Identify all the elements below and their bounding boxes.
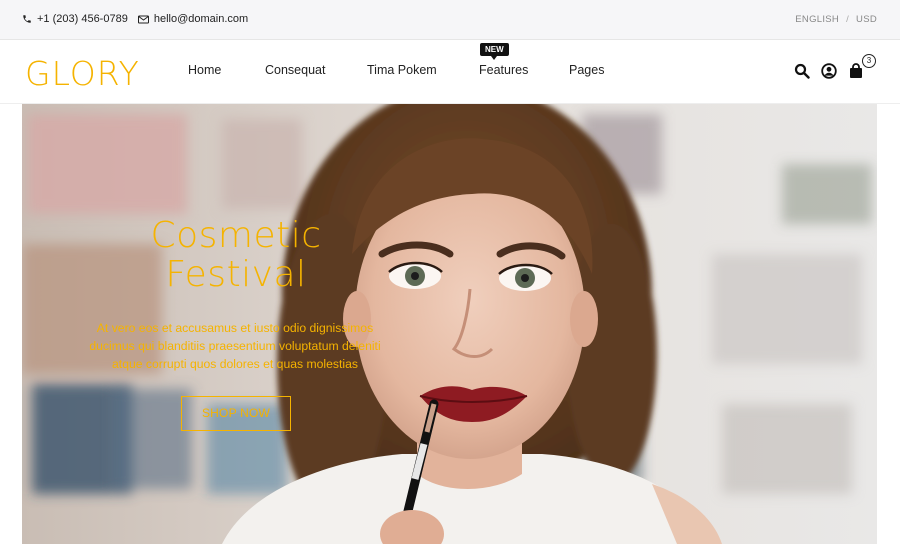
language-select[interactable]: ENGLISH: [795, 14, 839, 25]
email-contact[interactable]: hello@domain.com: [137, 13, 249, 25]
locale-separator: /: [846, 14, 850, 25]
hero-title-line2: Festival: [165, 254, 307, 295]
nav-link-label[interactable]: Pages: [569, 63, 604, 77]
nav-link-label[interactable]: Consequat: [265, 63, 325, 77]
hero-title: Cosmetic Festival: [146, 216, 326, 294]
contact-info: +1 (203) 456-0789 hello@domain.com: [22, 13, 258, 25]
hero-title-line1: Cosmetic: [150, 215, 322, 256]
phone-icon: [23, 15, 31, 23]
logo[interactable]: GLORY: [25, 54, 140, 93]
nav-item-consequat[interactable]: Consequat: [265, 63, 325, 77]
top-bar: +1 (203) 456-0789 hello@domain.com ENGLI…: [0, 0, 900, 40]
envelope-icon: [137, 15, 149, 23]
hero-description: At vero eos et accusamus et iusto odio d…: [89, 321, 381, 371]
hero-banner: Cosmetic Festival At vero eos et accusam…: [22, 104, 877, 544]
nav-item-pages[interactable]: Pages: [569, 63, 604, 77]
shopping-bag-icon: [850, 63, 862, 78]
currency-select[interactable]: USD: [856, 14, 877, 25]
search-button[interactable]: [794, 63, 810, 79]
nav-link-label[interactable]: Home: [188, 63, 221, 77]
nav-link-label[interactable]: Features: [479, 63, 528, 77]
phone-number: +1 (203) 456-0789: [37, 13, 128, 25]
main-header: GLORY Home Consequat Tima Pokem NEW Feat…: [0, 40, 900, 104]
user-icon: [821, 63, 837, 79]
search-icon: [794, 63, 810, 79]
nav-item-features[interactable]: NEW Features: [479, 43, 528, 77]
cart-button[interactable]: 3: [848, 54, 876, 79]
header-actions: 3: [783, 54, 876, 79]
new-badge: NEW: [480, 43, 509, 60]
email-address: hello@domain.com: [153, 13, 249, 25]
nav-item-home[interactable]: Home: [188, 63, 221, 77]
shop-now-button[interactable]: SHOP NOW: [181, 396, 291, 431]
nav-item-tima-pokem[interactable]: Tima Pokem: [367, 63, 437, 77]
locale-switcher: ENGLISH / USD: [795, 14, 877, 25]
nav-link-label[interactable]: Tima Pokem: [367, 63, 437, 77]
phone-contact[interactable]: +1 (203) 456-0789: [22, 13, 128, 25]
cart-count-badge: 3: [862, 54, 876, 68]
account-button[interactable]: [821, 63, 837, 79]
